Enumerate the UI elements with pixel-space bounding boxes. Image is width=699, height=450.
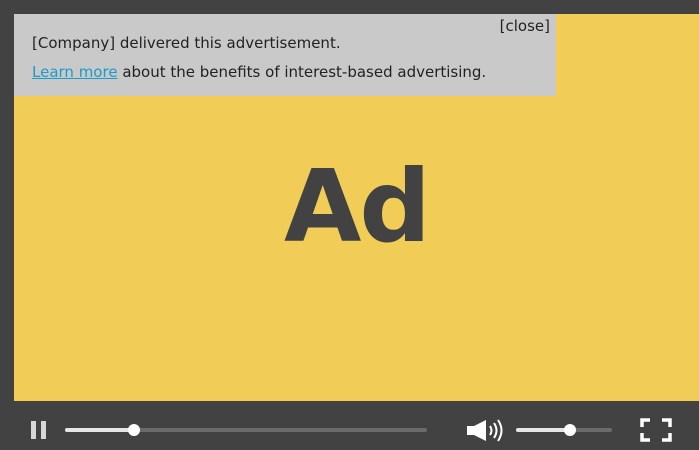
- ad-info-line: Learn more about the benefits of interes…: [32, 63, 486, 81]
- video-player: Ad [Company] delivered this advertisemen…: [0, 0, 699, 450]
- fullscreen-icon: [640, 418, 672, 442]
- close-button[interactable]: [close]: [500, 17, 550, 35]
- ad-benefits-text: about the benefits of interest-based adv…: [117, 63, 487, 81]
- volume-button[interactable]: [466, 418, 512, 442]
- progress-handle[interactable]: [127, 424, 140, 436]
- progress-slider[interactable]: [65, 424, 427, 436]
- fullscreen-button[interactable]: [640, 418, 672, 442]
- volume-icon: [467, 419, 503, 442]
- control-bar: [0, 401, 699, 450]
- ad-label: Ad: [284, 148, 431, 265]
- volume-slider[interactable]: [516, 424, 612, 436]
- learn-more-link[interactable]: Learn more: [32, 63, 118, 81]
- progress-fill: [65, 428, 134, 432]
- pause-button[interactable]: [31, 421, 47, 439]
- volume-fill: [516, 428, 570, 432]
- ad-disclosure-text: [Company] delivered this advertisement.: [32, 34, 341, 52]
- ad-info-overlay: [Company] delivered this advertisement. …: [14, 14, 556, 96]
- volume-handle[interactable]: [563, 424, 576, 436]
